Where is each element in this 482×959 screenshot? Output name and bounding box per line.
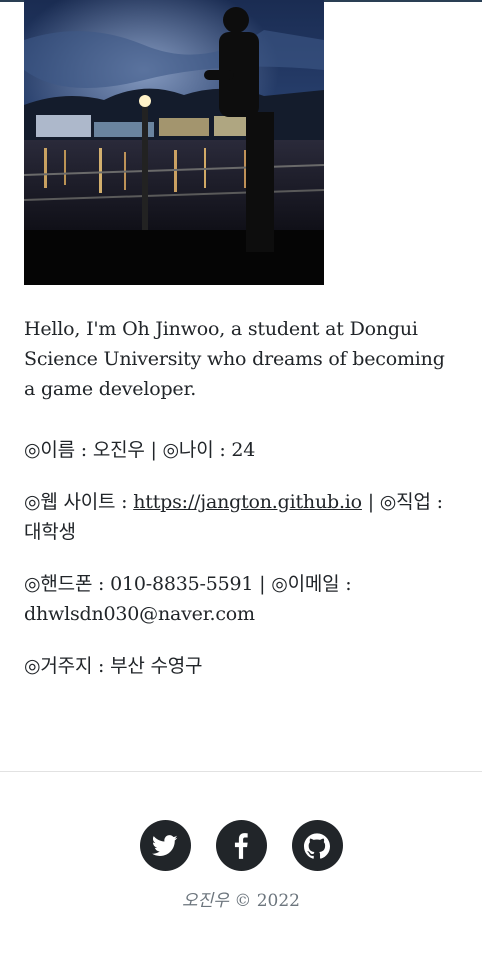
intro-text: Hello, I'm Oh Jinwoo, a student at Dongu… xyxy=(24,318,445,400)
website-job-line: ◎웹 사이트 : https://jangton.github.io | ◎직업… xyxy=(24,487,460,547)
website-link[interactable]: https://jangton.github.io xyxy=(133,491,362,513)
phone-email-line: ◎핸드폰 : 010-8835-5591 | ◎이메일 : dhwlsdn030… xyxy=(24,573,352,625)
twitter-icon xyxy=(152,834,178,856)
github-icon xyxy=(304,832,330,859)
github-button[interactable] xyxy=(291,820,343,871)
facebook-button[interactable] xyxy=(215,820,267,871)
twitter-button[interactable] xyxy=(139,820,191,871)
social-links xyxy=(0,820,482,871)
copyright-author: 오진우 xyxy=(182,891,229,911)
website-label: ◎웹 사이트 : xyxy=(24,491,134,513)
copyright: 오진우 © 2022 xyxy=(0,886,482,911)
footer-divider xyxy=(0,771,482,772)
residence-line: ◎거주지 : 부산 수영구 xyxy=(24,655,203,677)
copyright-year: © 2022 xyxy=(228,891,300,911)
facebook-icon xyxy=(234,832,248,859)
name-age-line: ◎이름 : 오진우 | ◎나이 : 24 xyxy=(24,439,256,461)
profile-photo xyxy=(24,0,324,285)
profile-content: Hello, I'm Oh Jinwoo, a student at Dongu… xyxy=(24,314,460,703)
